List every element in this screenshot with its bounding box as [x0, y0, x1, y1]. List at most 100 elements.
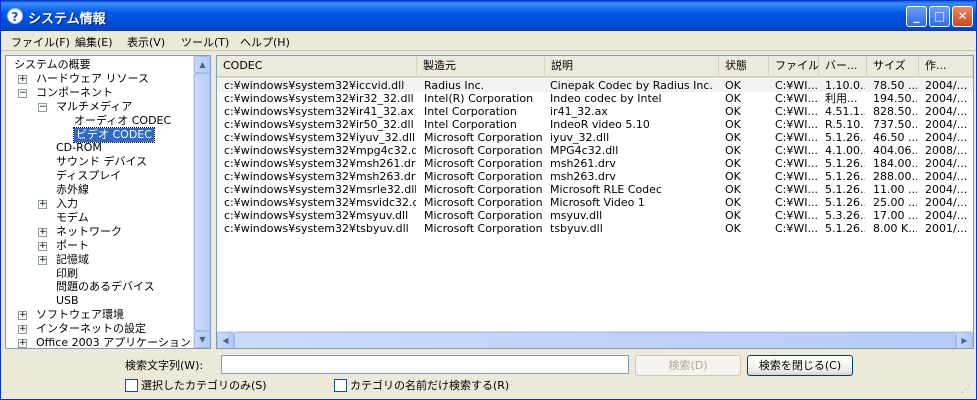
cell-status: OK [725, 170, 741, 183]
tree-vertical-scrollbar[interactable]: ▲ ▼ [193, 56, 210, 348]
selected-category-only-checkbox[interactable]: 選択したカテゴリのみ(S) [125, 377, 267, 393]
codec-list[interactable]: CODEC 製造元 説明 状態 ファイル バー... サイズ 作... ◀ ▶ c:¥wind… [216, 55, 974, 349]
scroll-right-arrow-icon[interactable]: ▶ [956, 332, 973, 348]
resize-grip-icon[interactable]: ⋰ [961, 384, 973, 396]
cell-status: OK [725, 105, 741, 118]
table-row[interactable]: c:¥windows¥system32¥iyuv_32.dll Microsoft… [217, 131, 973, 144]
tree-item-software-environment[interactable]: + ソフトウェア環境 [6, 308, 194, 322]
tree-item-cd-rom[interactable]: CD-ROM [6, 141, 194, 155]
table-row[interactable]: c:¥windows¥system32¥msyuv.dll Microsoft C… [217, 209, 973, 222]
tree-item-usb[interactable]: USB [6, 294, 194, 308]
menu-edit[interactable]: 編集(E) [75, 34, 113, 50]
table-row[interactable]: c:¥windows¥system32¥iccvid.dll Radius Inc… [217, 79, 973, 92]
tree-item-printing[interactable]: 印刷 [6, 267, 194, 281]
header-col-size[interactable]: サイズ [867, 56, 919, 76]
tree-item-label: Office 2003 アプリケーション [36, 336, 191, 349]
table-row[interactable]: c:¥windows¥system32¥ir41_32.ax Intel Corp… [217, 105, 973, 118]
expand-icon[interactable]: + [18, 325, 27, 335]
expand-icon[interactable]: + [18, 339, 27, 348]
header-col-file[interactable]: ファイル [769, 56, 819, 76]
tree-item-input[interactable]: + 入力 [6, 197, 194, 211]
tree-item-ports[interactable]: + ポート [6, 239, 194, 253]
header-col-manufacturer[interactable]: 製造元 [417, 56, 545, 76]
search-input[interactable] [221, 355, 629, 374]
title-bar[interactable]: ? システム情報 _ □ ✕ [1, 1, 976, 31]
tree-item-video-codec[interactable]: ビデオ CODEC [6, 126, 194, 143]
collapse-icon[interactable]: − [18, 88, 27, 98]
expand-icon[interactable]: + [38, 200, 47, 209]
tree-item-office-2003-apps[interactable]: + Office 2003 アプリケーション [6, 336, 194, 349]
tree-item-multimedia[interactable]: − マルチメディア [6, 100, 194, 114]
scroll-down-arrow-icon[interactable]: ▼ [194, 331, 210, 348]
cell-size: 194.50... [873, 92, 917, 105]
header-col-version[interactable]: バー... [819, 56, 867, 76]
expand-icon[interactable]: + [18, 311, 27, 321]
tree-item-infrared[interactable]: 赤外線 [6, 183, 194, 197]
collapse-icon[interactable]: − [38, 102, 47, 112]
tree-item-problem-devices[interactable]: 問題のあるデバイス [6, 280, 194, 294]
tree-scroll-thumb[interactable] [194, 73, 210, 331]
category-names-only-checkbox[interactable]: カテゴリの名前だけ検索する(R) [334, 377, 509, 393]
tree-item-label: ハードウェア リソース [36, 71, 149, 85]
header-col-description[interactable]: 説明 [545, 56, 719, 76]
cell-size: 184.00... [873, 157, 917, 170]
find-button[interactable]: 検索(D) [635, 355, 741, 376]
tree-item-audio-codec[interactable]: オーディオ CODEC [6, 114, 194, 128]
cell-manufacturer: Microsoft Corporation [424, 209, 543, 222]
cell-manufacturer: Intel(R) Corporation [424, 92, 534, 105]
scroll-left-arrow-icon[interactable]: ◀ [217, 332, 234, 348]
menu-help[interactable]: ヘルプ(H) [240, 34, 290, 50]
tree-item-network[interactable]: + ネットワーク [6, 225, 194, 239]
tree-item-label: コンポーネント [36, 85, 113, 99]
tree-item-label: 記憶域 [56, 252, 89, 266]
checkbox-box[interactable] [334, 379, 347, 392]
table-row[interactable]: c:¥windows¥system32¥ir50_32.dll Intel Cor… [217, 118, 973, 131]
category-tree[interactable]: ▲ ▼ システムの概要 + ハードウェア リソース − コンポーネント − マルチメディアオ… [5, 55, 211, 349]
menu-tools[interactable]: ツール(T) [181, 34, 229, 50]
header-col-created[interactable]: 作... [919, 56, 973, 76]
table-row[interactable]: c:¥windows¥system32¥msrle32.dll Microsoft… [217, 183, 973, 196]
expand-icon[interactable]: + [38, 227, 47, 237]
cell-status: OK [725, 79, 741, 92]
minimize-button[interactable]: _ [906, 6, 927, 27]
header-col-codec[interactable]: CODEC [217, 56, 417, 76]
header-col-status[interactable]: 状態 [719, 56, 769, 76]
window-title: システム情報 [28, 12, 106, 27]
maximize-button[interactable]: □ [929, 6, 950, 27]
cell-manufacturer: Microsoft Corporation [424, 157, 543, 170]
tree-item-display[interactable]: ディスプレイ [6, 169, 194, 183]
table-row[interactable]: c:¥windows¥system32¥tsbyuv.dll Microsoft … [217, 222, 973, 235]
menu-file[interactable]: ファイル(F) [11, 34, 70, 50]
table-row[interactable]: c:¥windows¥system32¥msh263.drv Microsoft … [217, 170, 973, 183]
table-row[interactable]: c:¥windows¥system32¥ir32_32.dll Intel(R) … [217, 92, 973, 105]
expand-icon[interactable]: + [38, 241, 47, 251]
cell-version: 4.1.00... [825, 144, 865, 157]
checkbox-box[interactable] [125, 379, 138, 392]
list-scroll-thumb[interactable] [234, 332, 956, 348]
list-horizontal-scrollbar[interactable]: ◀ ▶ [217, 331, 973, 348]
expand-icon[interactable]: + [38, 255, 47, 265]
cell-status: OK [725, 196, 741, 209]
table-row[interactable]: c:¥windows¥system32¥msh261.drv Microsoft … [217, 157, 973, 170]
table-row[interactable]: c:¥windows¥system32¥msvidc32.dll Microsof… [217, 196, 973, 209]
cell-file: C:¥WI... [775, 92, 817, 105]
tree-item-components[interactable]: − コンポーネント [6, 86, 194, 100]
tree-item-label: オーディオ CODEC [74, 113, 172, 127]
tree-item-hardware-resources[interactable]: + ハードウェア リソース [6, 72, 194, 86]
tree-item-internet-settings[interactable]: + インターネットの設定 [6, 322, 194, 336]
tree-item-sound-device[interactable]: サウンド デバイス [6, 155, 194, 169]
tree-item-storage[interactable]: + 記憶域 [6, 253, 194, 267]
tree-item-label: ディスプレイ [56, 169, 122, 183]
scroll-up-arrow-icon[interactable]: ▲ [194, 56, 210, 73]
cell-created: 2004/... [925, 209, 968, 222]
close-find-button[interactable]: 検索を閉じる(C) [747, 355, 853, 376]
cell-size: 11.00 ... [873, 183, 917, 196]
cell-version: 4.51.1... [825, 105, 865, 118]
tree-item-system-summary[interactable]: システムの概要 [6, 58, 194, 72]
cell-description: ir41_32.ax [550, 105, 608, 118]
tree-item-modem[interactable]: モデム [6, 211, 194, 225]
menu-view[interactable]: 表示(V) [127, 34, 165, 50]
expand-icon[interactable]: + [18, 74, 27, 84]
table-row[interactable]: c:¥windows¥system32¥mpg4c32.dll Microsoft… [217, 144, 973, 157]
close-button[interactable]: ✕ [952, 6, 973, 27]
